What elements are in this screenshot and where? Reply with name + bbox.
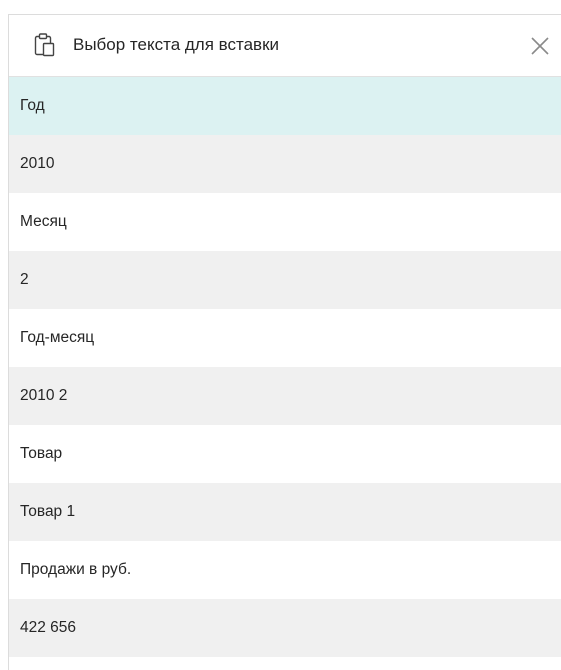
paste-options-list: Год 2010 Месяц 2 Год-месяц 2010 2 Товар …	[9, 77, 561, 657]
list-item-year-month-value[interactable]: 2010 2	[9, 367, 561, 425]
paste-text-panel: Выбор текста для вставки Год 2010 Месяц …	[8, 14, 561, 670]
close-button[interactable]	[529, 35, 551, 57]
list-item-sales-label[interactable]: Продажи в руб.	[9, 541, 561, 599]
list-item-year-month-label[interactable]: Год-месяц	[9, 309, 561, 367]
list-item-product-value[interactable]: Товар 1	[9, 483, 561, 541]
close-icon	[531, 37, 549, 55]
clipboard-icon	[33, 32, 57, 58]
list-item-sales-value[interactable]: 422 656	[9, 599, 561, 657]
list-item-month-value[interactable]: 2	[9, 251, 561, 309]
list-item-year-label[interactable]: Год	[9, 77, 561, 135]
panel-header: Выбор текста для вставки	[9, 15, 561, 77]
list-item-month-label[interactable]: Месяц	[9, 193, 561, 251]
list-item-product-label[interactable]: Товар	[9, 425, 561, 483]
panel-title: Выбор текста для вставки	[73, 35, 280, 54]
list-item-year-value[interactable]: 2010	[9, 135, 561, 193]
